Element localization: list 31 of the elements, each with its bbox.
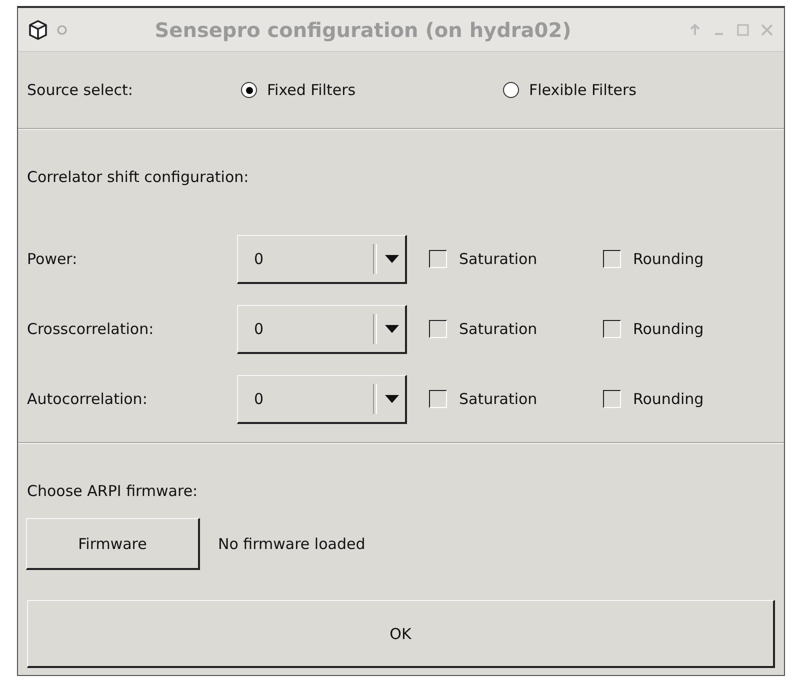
caret-icon (385, 254, 399, 262)
radio-label[interactable]: Flexible Filters (529, 81, 636, 99)
checkbox[interactable]: Saturation (429, 390, 603, 408)
checkbox[interactable]: Saturation (429, 320, 603, 338)
radio-button[interactable] (241, 82, 257, 98)
firmware-button[interactable]: Firmware (26, 518, 200, 570)
close-icon[interactable] (760, 22, 774, 36)
window-title: Sensepro configuration (on hydra02) (154, 18, 572, 42)
radio-label[interactable]: Fixed Filters (267, 81, 356, 99)
checkbox[interactable]: Rounding (603, 390, 704, 408)
dropdown[interactable]: 0 (237, 304, 407, 354)
caret-icon (385, 324, 399, 332)
radio-button[interactable] (503, 82, 519, 98)
field-label: Crosscorrelation: (27, 320, 155, 338)
checkbox[interactable]: Saturation (429, 250, 603, 268)
field-label: Power: (27, 250, 78, 268)
maximize-icon[interactable] (736, 22, 750, 36)
caret-icon (385, 394, 399, 402)
checkbox[interactable]: Rounding (603, 250, 704, 268)
section-heading: Choose ARPI firmware: (27, 481, 199, 502)
cube-icon (26, 18, 50, 42)
dropdown[interactable]: 0 (237, 234, 407, 284)
checkbox[interactable]: Rounding (603, 320, 704, 338)
field-label: Source select: (27, 81, 134, 99)
status-text: No firmware loaded (218, 535, 366, 553)
dropdown[interactable]: 0 (237, 374, 407, 424)
field-label: Autocorrelation: (27, 390, 148, 408)
ok-button[interactable]: OK (27, 600, 775, 668)
pin-icon[interactable] (56, 24, 68, 36)
section-heading: Correlator shift configuration: (27, 167, 250, 188)
arrow-up-icon[interactable] (688, 22, 702, 36)
